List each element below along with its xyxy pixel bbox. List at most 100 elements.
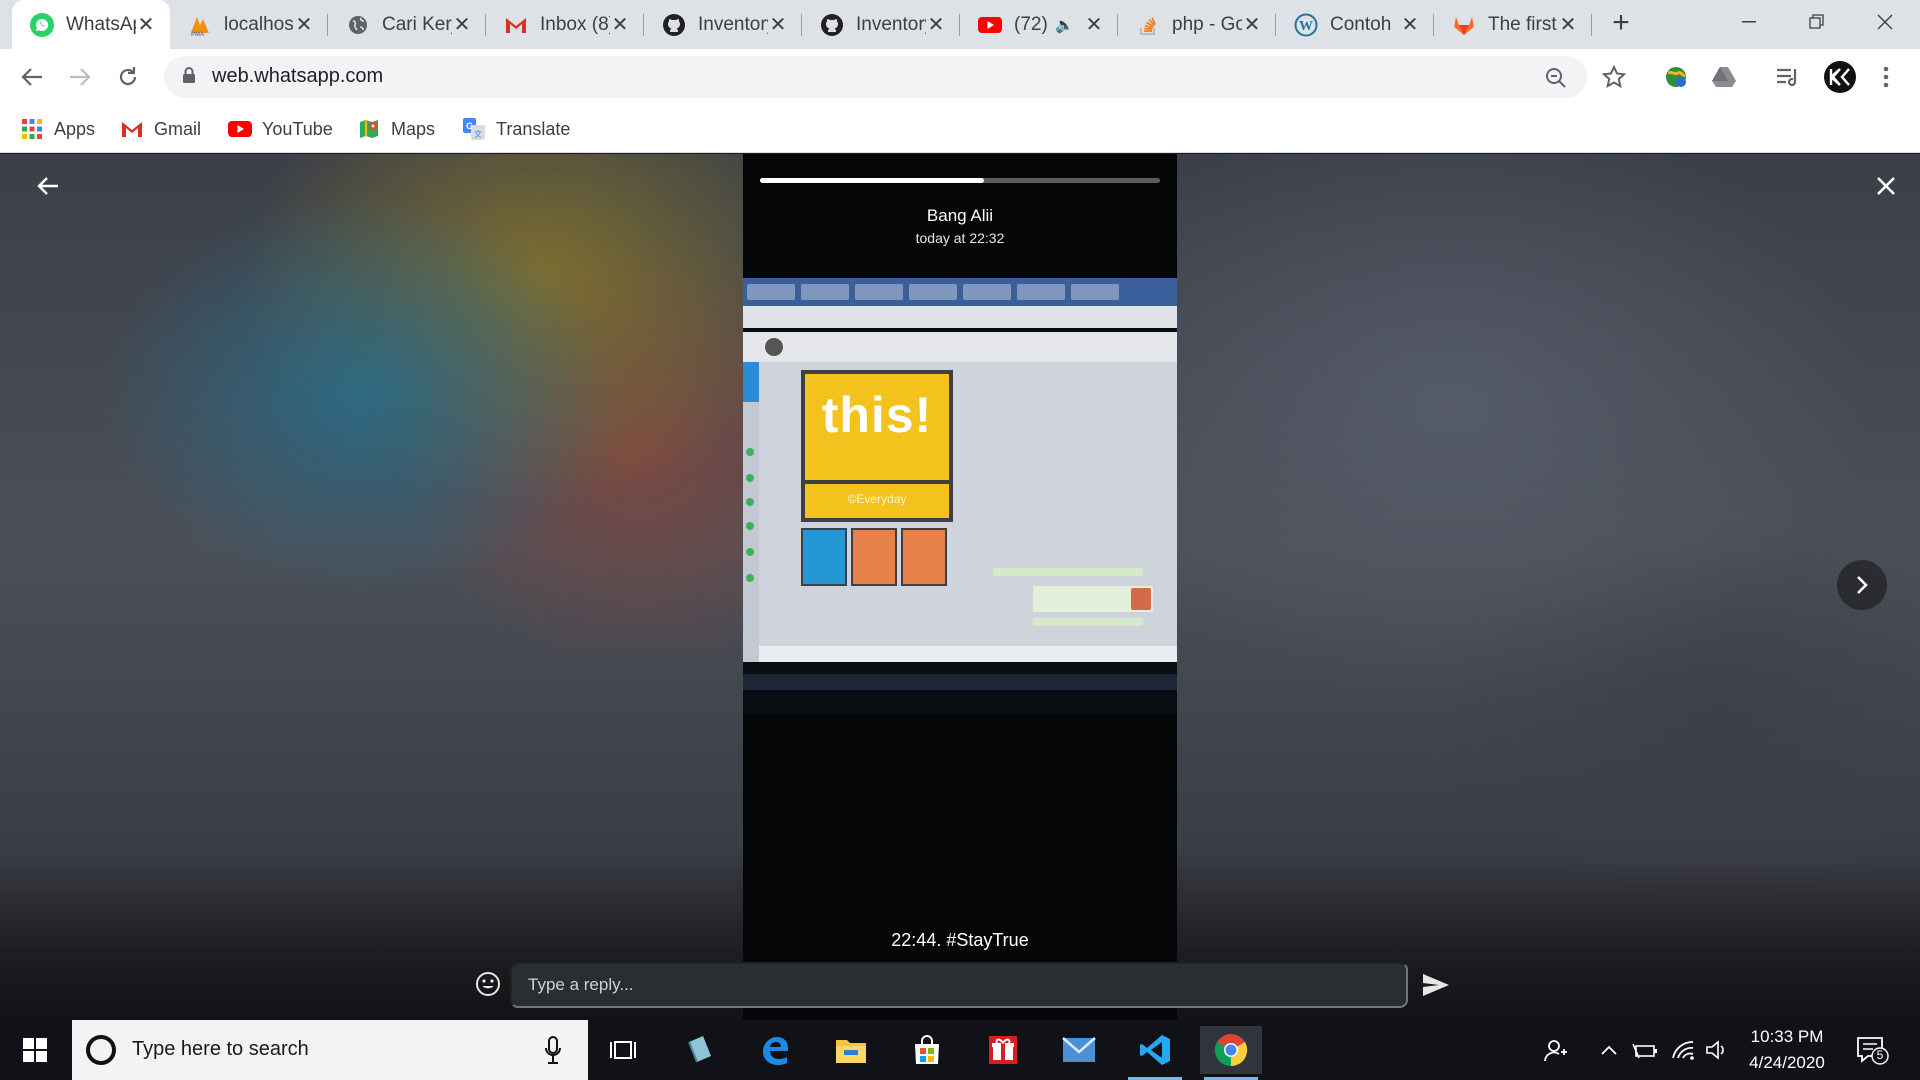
windows-logo-icon (23, 1038, 47, 1062)
bookmark-translate[interactable]: G文 Translate (462, 115, 570, 143)
tab-title: php - Google (1172, 13, 1242, 35)
tab-youtube[interactable]: (72) 🔈 ✕ (960, 0, 1118, 49)
maps-icon (357, 117, 381, 141)
vscode-app-icon[interactable] (1124, 1026, 1186, 1080)
media-control-icon[interactable] (1772, 61, 1804, 93)
clock-time: 10:33 PM (1750, 1027, 1824, 1046)
close-tab-icon[interactable]: ✕ (452, 12, 472, 37)
github-icon (820, 13, 844, 37)
close-window-button[interactable] (1850, 0, 1920, 44)
close-tab-icon[interactable]: ✕ (610, 12, 630, 37)
tab-github-inventory-1[interactable]: Inventory ✕ (644, 0, 802, 49)
notepad-app-icon[interactable] (668, 1026, 730, 1074)
lock-icon[interactable] (182, 66, 196, 89)
people-icon[interactable] (1540, 1036, 1572, 1064)
bookmark-star-icon[interactable] (1600, 63, 1628, 91)
bookmark-maps[interactable]: Maps (357, 115, 435, 143)
extension-globe-icon[interactable] (1660, 61, 1692, 93)
tab-github-inventory-2[interactable]: Inventory ✕ (802, 0, 960, 49)
tab-strip: WhatsApp ✕ PMA localhost ✕ Cari Kerja ✕ … (0, 0, 1920, 49)
tab-gitlab[interactable]: The first ✕ (1434, 0, 1592, 49)
tab-title: Inventory (856, 13, 926, 35)
status-photo: this! ©Everyday (743, 278, 1177, 714)
forward-button[interactable] (62, 59, 98, 95)
new-tab-button[interactable]: + (1605, 8, 1637, 40)
battery-icon[interactable] (1630, 1036, 1660, 1064)
wordpress-icon: W (1294, 13, 1318, 37)
task-view-icon[interactable] (592, 1026, 654, 1074)
tab-gmail-inbox[interactable]: Inbox (8) ✕ (486, 0, 644, 49)
tab-localhost[interactable]: PMA localhost ✕ (170, 0, 328, 49)
bookmark-gmail[interactable]: Gmail (120, 115, 201, 143)
taskbar-search[interactable]: Type here to search (72, 1020, 588, 1080)
send-icon (1423, 974, 1449, 996)
windows-taskbar: Type here to search 10:33 PM 4/24/2020 5 (0, 1020, 1920, 1080)
back-button[interactable] (14, 59, 50, 95)
reply-input[interactable] (510, 962, 1408, 1008)
profile-avatar[interactable] (1822, 59, 1858, 95)
bookmark-label: Apps (54, 118, 96, 139)
stackoverflow-icon (1136, 13, 1160, 37)
tab-title: The first (1488, 13, 1557, 35)
tab-php-search[interactable]: php - Google ✕ (1118, 0, 1276, 49)
chrome-app-icon[interactable] (1200, 1026, 1262, 1080)
close-tab-icon[interactable]: ✕ (1084, 12, 1104, 37)
reload-button[interactable] (110, 59, 146, 95)
chrome-menu-icon[interactable] (1870, 61, 1902, 93)
search-placeholder: Type here to search (132, 1038, 309, 1060)
apps-grid-icon (20, 117, 44, 141)
gmail-icon (504, 13, 528, 37)
tab-whatsapp[interactable]: WhatsApp ✕ (12, 0, 170, 49)
back-arrow-icon[interactable] (28, 166, 68, 206)
microphone-icon[interactable] (544, 1036, 562, 1069)
status-story[interactable]: Bang Alii today at 22:32 this! ©Everyday… (743, 154, 1177, 1020)
github-icon (662, 13, 686, 37)
close-tab-icon[interactable]: ✕ (768, 12, 788, 37)
phpmyadmin-icon: PMA (188, 13, 212, 37)
close-viewer-icon[interactable] (1866, 166, 1906, 206)
gift-app-icon[interactable] (972, 1026, 1034, 1074)
svg-text:文: 文 (474, 129, 482, 139)
chevron-up-icon[interactable] (1596, 1036, 1622, 1064)
address-bar[interactable]: web.whatsapp.com (164, 56, 1587, 98)
restore-button[interactable] (1782, 0, 1852, 44)
tab-cari-kerja[interactable]: Cari Kerja ✕ (328, 0, 486, 49)
close-tab-icon[interactable]: ✕ (926, 12, 946, 37)
volume-icon[interactable] (1704, 1036, 1730, 1064)
next-status-button[interactable] (1837, 560, 1887, 610)
send-button[interactable] (1418, 968, 1454, 1002)
photo-headline: this! (821, 387, 933, 443)
status-viewer: Bang Alii today at 22:32 this! ©Everyday… (0, 154, 1920, 1020)
close-tab-icon[interactable]: ✕ (136, 12, 156, 37)
clock-date: 4/24/2020 (1749, 1053, 1825, 1072)
chevron-right-icon (1857, 576, 1868, 594)
svg-text:W: W (1299, 19, 1313, 34)
close-tab-icon[interactable]: ✕ (294, 12, 314, 37)
action-center-button[interactable]: 5 (1856, 1036, 1890, 1071)
url-text: web.whatsapp.com (212, 65, 384, 87)
file-explorer-icon[interactable] (820, 1026, 882, 1074)
photo-subtext: ©Everyday (847, 492, 907, 506)
zoom-icon[interactable] (1542, 64, 1570, 92)
bookmark-youtube[interactable]: YouTube (228, 115, 333, 143)
google-drive-icon[interactable] (1708, 61, 1740, 93)
close-tab-icon[interactable]: ✕ (1242, 12, 1262, 37)
bookmark-apps[interactable]: Apps (20, 115, 95, 143)
wifi-icon[interactable] (1668, 1036, 1698, 1064)
edge-browser-icon[interactable] (744, 1026, 806, 1074)
close-tab-icon[interactable]: ✕ (1558, 12, 1578, 37)
mail-app-icon[interactable] (1048, 1026, 1110, 1074)
tab-title: Inbox (8) (540, 13, 610, 35)
speaker-icon[interactable]: 🔈 (1055, 16, 1074, 34)
tab-contoh[interactable]: W Contoh ✕ (1276, 0, 1434, 49)
svg-text:PMA: PMA (191, 32, 205, 37)
minimize-button[interactable] (1714, 0, 1784, 44)
emoji-button[interactable] (472, 968, 504, 1000)
microsoft-store-icon[interactable] (896, 1026, 958, 1074)
bookmark-label: YouTube (262, 118, 333, 139)
photo-yellow-card: this! ©Everyday (801, 370, 953, 522)
close-tab-icon[interactable]: ✕ (1400, 12, 1420, 37)
translate-icon: G文 (462, 117, 486, 141)
system-clock[interactable]: 10:33 PM 4/24/2020 (1728, 1024, 1846, 1076)
start-button[interactable] (0, 1020, 70, 1080)
